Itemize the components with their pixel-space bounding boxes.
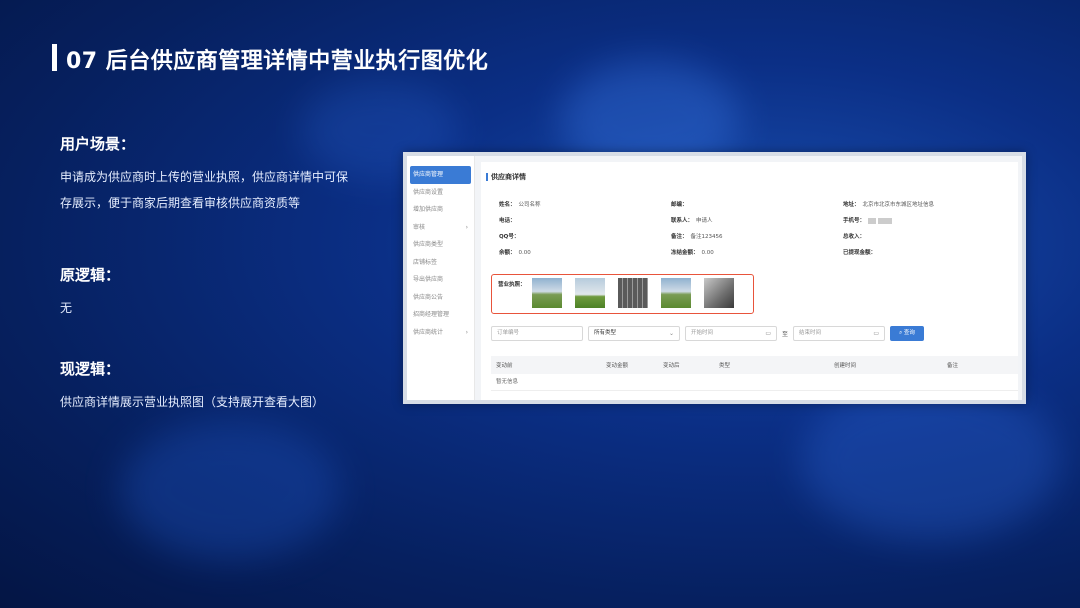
detail-panel: 供应商详情 姓名： 公司名称 邮编： 地址： 北京市北京市东城区地址信息 电话： 联… — [481, 162, 1018, 400]
column-header: 备注 — [947, 363, 959, 369]
license-label: 营业执照： — [498, 282, 526, 288]
search-icon: ⌕ — [899, 330, 903, 336]
sidebar-item-export[interactable]: 导出供应商 — [407, 271, 474, 289]
chevron-right-icon: › — [465, 328, 468, 336]
sidebar-item-announcement[interactable]: 供应商公告 — [407, 289, 474, 307]
license-thumbnail[interactable] — [575, 278, 605, 308]
transaction-table: 变动前 变动金额 变动后 类型 创建时间 备注 暂无信息 — [491, 356, 1018, 391]
section-text: 申请成为供应商时上传的营业执照，供应商详情中可保 — [60, 170, 349, 184]
type-select[interactable]: 所有类型 ⌄ — [588, 326, 680, 341]
section-new-logic: 现逻辑： 供应商详情展示营业执照图（支持展开查看大图） — [60, 358, 370, 415]
chevron-right-icon: › — [465, 223, 468, 231]
panel-title: 供应商详情 — [481, 172, 1018, 182]
column-header: 变动后 — [663, 363, 680, 369]
sidebar: 供应商管理 供应商设置 增加供应商 审核 › 供应商类型 店铺标签 导出供应商 供… — [407, 156, 475, 400]
calendar-icon: ▭ — [873, 330, 880, 337]
sidebar-item-manager[interactable]: 招商经理管理 — [407, 306, 474, 324]
supplier-info-grid: 姓名： 公司名称 邮编： 地址： 北京市北京市东城区地址信息 电话： 联系人： 申请人… — [499, 202, 935, 256]
main-content: 供应商详情 姓名： 公司名称 邮编： 地址： 北京市北京市东城区地址信息 电话： 联… — [475, 156, 1022, 400]
chevron-down-icon: ⌄ — [668, 330, 674, 337]
section-heading: 原逻辑： — [60, 266, 121, 284]
range-separator: 至 — [782, 331, 789, 338]
sidebar-item-supplier-type[interactable]: 供应商类型 — [407, 236, 474, 254]
bg-glow — [800, 380, 1060, 540]
license-thumbnail[interactable] — [618, 278, 648, 308]
sidebar-item-supplier-settings[interactable]: 供应商设置 — [407, 184, 474, 202]
sidebar-item-statistics[interactable]: 供应商统计 › — [407, 324, 474, 342]
column-header: 变动金额 — [606, 363, 629, 369]
column-header: 变动前 — [496, 363, 513, 369]
sidebar-item-add-supplier[interactable]: 增加供应商 — [407, 201, 474, 219]
section-heading: 现逻辑： — [60, 360, 121, 378]
license-thumbnail[interactable] — [704, 278, 734, 308]
section-heading: 用户场景： — [60, 135, 136, 153]
admin-screenshot: 供应商管理 供应商设置 增加供应商 审核 › 供应商类型 店铺标签 导出供应商 供… — [403, 152, 1026, 404]
license-thumbnail[interactable] — [661, 278, 691, 308]
masked-phone — [868, 217, 892, 224]
section-user-scenario: 用户场景： 申请成为供应商时上传的营业执照，供应商详情中可保 存展示，便于商家后… — [60, 133, 370, 216]
title-accent-bar — [52, 44, 57, 71]
bg-glow — [120, 420, 340, 560]
section-text: 存展示，便于商家后期查看审核供应商资质等 — [60, 196, 301, 210]
admin-app: 供应商管理 供应商设置 增加供应商 审核 › 供应商类型 店铺标签 导出供应商 供… — [407, 156, 1022, 400]
slide-title: 07 后台供应商管理详情中营业执行图优化 — [66, 49, 489, 74]
calendar-icon: ▭ — [765, 330, 771, 337]
filter-bar: 订单编号 所有类型 ⌄ 开始时间 ▭ 至 结束时间 ▭ ⌕ 查询 — [491, 326, 925, 341]
empty-row: 暂无信息 — [491, 374, 1018, 391]
sidebar-item-store-tags[interactable]: 店铺标签 — [407, 254, 474, 272]
section-text: 无 — [60, 301, 73, 315]
license-thumbnail[interactable] — [532, 278, 562, 308]
license-highlight-box: 营业执照： — [491, 274, 754, 314]
sidebar-item-review[interactable]: 审核 › — [407, 219, 474, 237]
start-time-input[interactable]: 开始时间 ▭ — [685, 326, 777, 341]
order-number-input[interactable]: 订单编号 — [491, 326, 583, 341]
section-text: 供应商详情展示营业执照图（支持展开查看大图） — [60, 395, 325, 409]
section-old-logic: 原逻辑： 无 — [60, 264, 370, 321]
sidebar-item-supplier-manage[interactable]: 供应商管理 — [410, 166, 471, 184]
column-header: 创建时间 — [834, 363, 857, 369]
search-button[interactable]: ⌕ 查询 — [890, 326, 925, 341]
column-header: 类型 — [719, 363, 731, 369]
end-time-input[interactable]: 结束时间 ▭ — [793, 326, 886, 341]
table-header: 变动前 变动金额 变动后 类型 创建时间 备注 — [491, 356, 1018, 374]
